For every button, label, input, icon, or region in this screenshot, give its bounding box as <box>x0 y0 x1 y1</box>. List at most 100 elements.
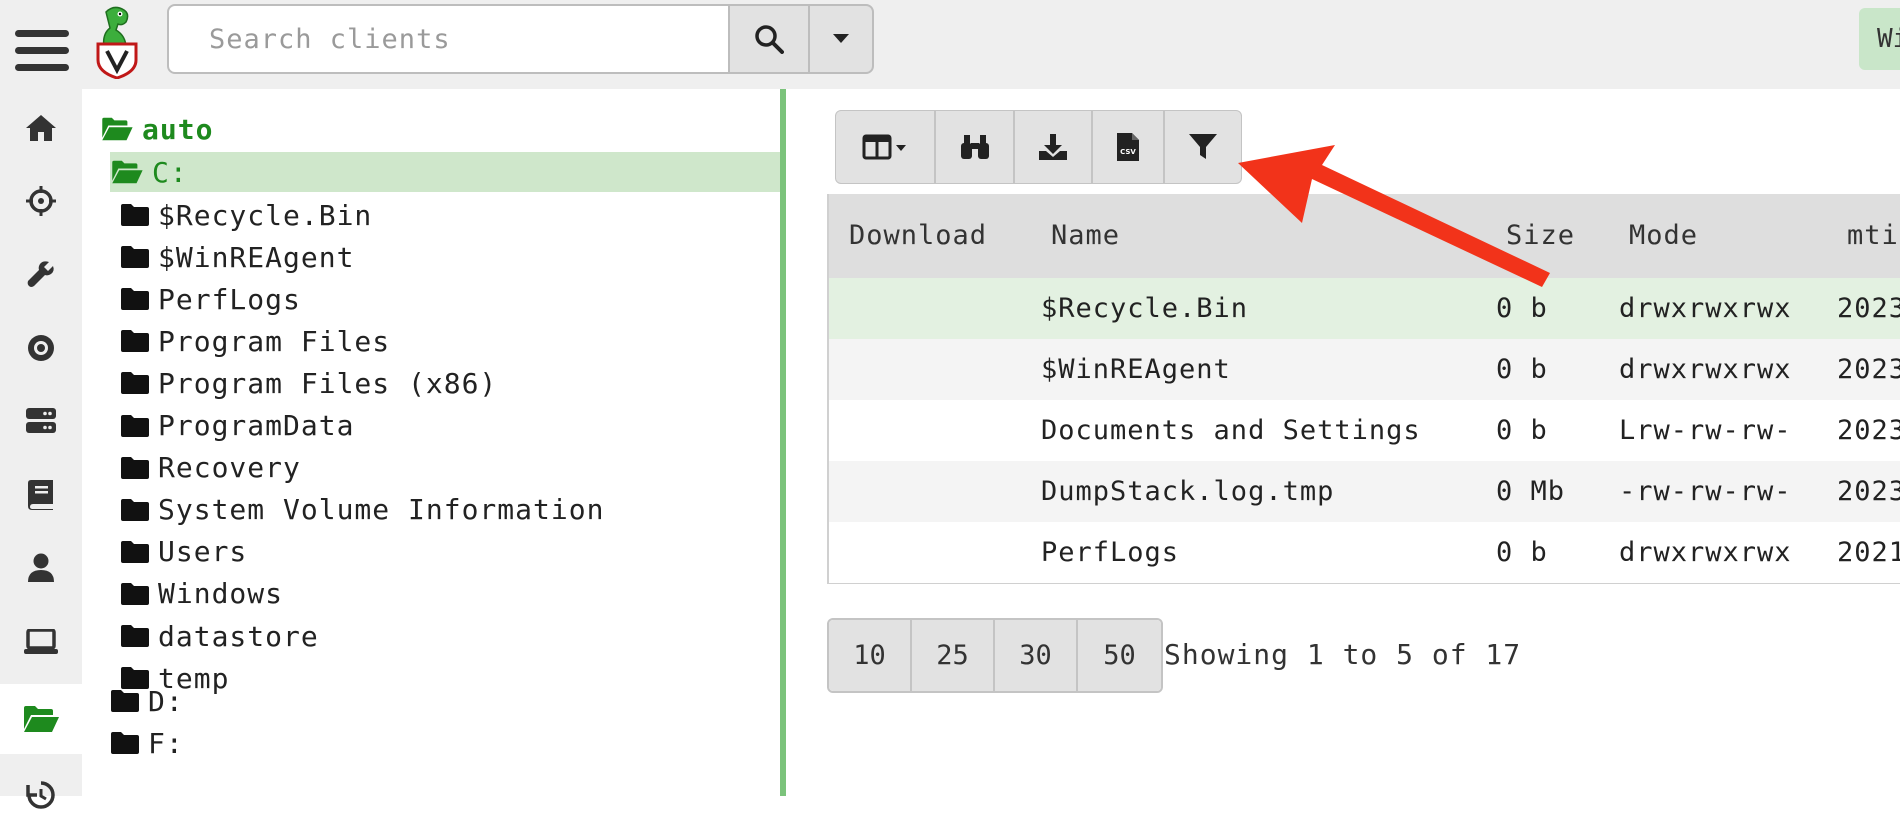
csv-icon: CSV <box>1117 133 1139 161</box>
crosshairs-icon[interactable] <box>0 170 82 232</box>
download-icon <box>1039 134 1067 160</box>
folder-open-icon[interactable] <box>0 684 82 754</box>
cell-name: PerfLogs <box>1041 537 1180 568</box>
pagination-summary: Showing 1 to 5 of 17 <box>1164 638 1522 671</box>
home-icon[interactable] <box>0 97 82 159</box>
tree-node[interactable]: Program Files (x86) <box>120 363 497 403</box>
tree-node-label: $Recycle.Bin <box>158 198 373 232</box>
cell-name: DumpStack.log.tmp <box>1041 476 1335 507</box>
folder-icon <box>120 414 150 438</box>
cell-name: $WinREAgent <box>1041 354 1231 385</box>
cell-mtime: 2021 <box>1837 537 1900 568</box>
tree-node-label: $WinREAgent <box>158 240 355 274</box>
cell-size: 0 Mb <box>1496 476 1566 507</box>
cell-size: 0 b <box>1496 537 1548 568</box>
folder-icon <box>120 287 150 311</box>
table-row[interactable]: PerfLogs 0 b drwxrwxrwx 2021 <box>829 522 1900 583</box>
cell-size: 0 b <box>1496 354 1548 385</box>
velociraptor-logo[interactable] <box>92 4 142 80</box>
folder-icon <box>120 540 150 564</box>
columns-icon <box>862 134 906 160</box>
page-size-button[interactable]: 10 <box>829 620 912 691</box>
search-dropdown-button[interactable] <box>808 4 874 74</box>
server-icon[interactable] <box>0 390 82 452</box>
cell-mtime: 2023 <box>1837 293 1900 324</box>
page-size-button[interactable]: 50 <box>1078 620 1161 691</box>
page-size-button[interactable]: 25 <box>912 620 995 691</box>
folder-icon <box>120 456 150 480</box>
tree-node[interactable]: ProgramData <box>120 406 354 446</box>
left-navigation <box>0 89 82 809</box>
folder-icon <box>120 498 150 522</box>
tree-node-label: System Volume Information <box>158 493 605 527</box>
tree-node-label: Recovery <box>158 451 301 485</box>
cell-name: $Recycle.Bin <box>1041 293 1249 324</box>
find-button[interactable] <box>935 110 1014 184</box>
folder-icon <box>110 689 140 713</box>
tree-node[interactable]: Users <box>120 532 247 572</box>
search-button[interactable] <box>728 4 810 74</box>
columns-button[interactable] <box>835 110 935 184</box>
folder-icon <box>120 582 150 606</box>
page-size-button[interactable]: 30 <box>995 620 1078 691</box>
tree-node-label: datastore <box>158 619 319 653</box>
filter-icon <box>1189 134 1217 159</box>
user-icon[interactable] <box>0 537 82 599</box>
hamburger-menu-icon[interactable] <box>15 30 69 72</box>
tree-node[interactable]: datastore <box>120 616 319 656</box>
cell-mode: drwxrwxrwx <box>1619 354 1792 385</box>
folder-icon <box>120 245 150 269</box>
eye-icon[interactable] <box>0 317 82 379</box>
search-icon <box>755 25 784 54</box>
tree-node[interactable]: $WinREAgent <box>120 237 354 277</box>
annotation-arrow <box>1238 145 1550 287</box>
folder-icon <box>120 371 150 395</box>
column-header-mode[interactable]: Mode <box>1629 194 1698 278</box>
binoculars-icon <box>960 135 989 159</box>
tree-node-label: Program Files (x86) <box>158 366 498 400</box>
caret-down-icon <box>833 34 849 43</box>
search-box <box>167 4 730 74</box>
tree-node-label: Windows <box>158 577 284 611</box>
column-header-download[interactable]: Download <box>849 194 987 278</box>
table-row[interactable]: Documents and Settings 0 b Lrw-rw-rw- 2023 <box>829 400 1900 461</box>
wrench-icon[interactable] <box>0 243 82 305</box>
tree-node-label: C: <box>152 155 188 189</box>
tree-node-c-drive[interactable]: C: <box>110 152 782 192</box>
table-row[interactable]: $WinREAgent 0 b drwxrwxrwx 2023 <box>829 339 1900 400</box>
column-header-mtime[interactable]: mti <box>1847 194 1899 278</box>
laptop-icon[interactable] <box>0 611 82 673</box>
tree-node[interactable]: Windows <box>120 574 283 614</box>
folder-icon <box>120 203 150 227</box>
svg-text:CSV: CSV <box>1120 148 1136 156</box>
cell-name: Documents and Settings <box>1041 415 1421 446</box>
tree-node[interactable]: PerfLogs <box>120 279 301 319</box>
panel-splitter[interactable] <box>780 89 786 796</box>
column-header-name[interactable]: Name <box>1051 194 1120 278</box>
cell-mtime: 2023 <box>1837 354 1900 385</box>
tree-node[interactable]: System Volume Information <box>120 490 604 530</box>
folder-icon <box>120 329 150 353</box>
cell-mtime: 2023 <box>1837 476 1900 507</box>
csv-export-button[interactable]: CSV <box>1092 110 1164 184</box>
tree-root-node[interactable]: auto <box>100 109 213 149</box>
page-size-selector: 10 25 30 50 <box>827 618 1163 693</box>
cell-mtime: 2023 <box>1837 415 1900 446</box>
tree-node-label: Program Files <box>158 324 391 358</box>
tree-node-f-drive[interactable]: F: <box>110 723 184 763</box>
tree-node-label: ProgramData <box>158 409 355 442</box>
folder-open-icon <box>100 116 134 142</box>
search-input[interactable] <box>169 6 728 72</box>
file-tree: auto C: $Recycle.Bin $WinREAgent PerfLogs P… <box>82 89 782 796</box>
table-row[interactable]: DumpStack.log.tmp 0 Mb -rw-rw-rw- 2023 <box>829 461 1900 522</box>
book-icon[interactable] <box>0 464 82 526</box>
tree-node[interactable]: Recovery <box>120 448 301 488</box>
tree-node[interactable]: $Recycle.Bin <box>120 195 372 235</box>
tree-node-label: Users <box>158 535 248 569</box>
tree-node[interactable]: Program Files <box>120 321 390 361</box>
tree-node-d-drive[interactable]: D: <box>110 681 184 721</box>
history-icon[interactable] <box>0 764 82 826</box>
tree-node-label: PerfLogs <box>158 282 301 316</box>
user-badge[interactable]: Wi <box>1859 8 1900 70</box>
download-button[interactable] <box>1014 110 1092 184</box>
